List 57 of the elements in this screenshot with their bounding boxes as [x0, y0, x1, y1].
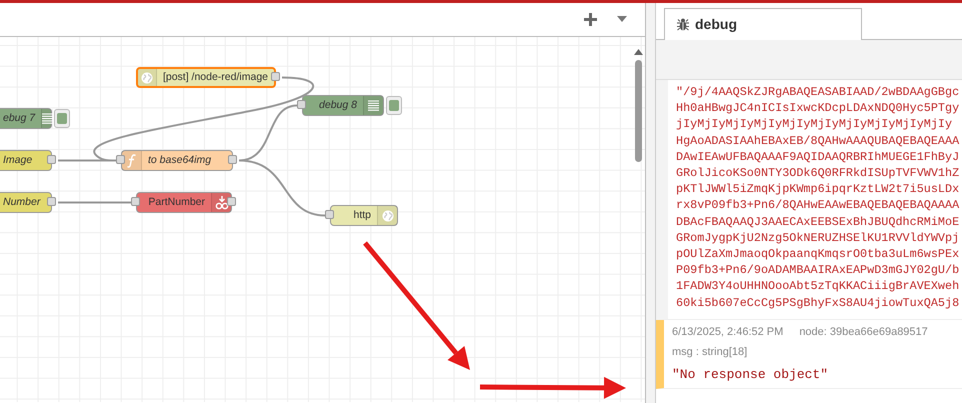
node-label: http	[352, 208, 372, 223]
node-port[interactable]	[325, 210, 334, 219]
list-icon	[368, 100, 379, 112]
node-label: to base64img	[147, 152, 212, 168]
flow-node[interactable]: debug 8	[302, 95, 384, 116]
node-label: ebug 7	[2, 110, 36, 126]
message-value-line: DBAcFBAQAAQJ3AAECAxEEBSExBhJBUQdhcRMiMoE	[676, 214, 960, 230]
message-value-line: 60ki5b607eCcCg5PSgBhyFxS8AU4jiowTuxQA5j8	[676, 294, 960, 311]
node-label: Number	[2, 194, 42, 210]
message-value-line: "No response object"	[672, 366, 830, 384]
bug-icon	[677, 18, 689, 31]
node-port[interactable]	[47, 197, 56, 206]
message-value-line: jIyMjIyMjIyMjIyMjIyMjIyMjIyMjIyMjIyMjIy	[676, 116, 954, 133]
splitter[interactable]	[645, 3, 656, 403]
node-port[interactable]	[227, 197, 236, 206]
debug-toggle-button[interactable]	[54, 109, 70, 128]
debug-tab[interactable]: debug	[664, 8, 862, 40]
list-icon	[42, 112, 54, 124]
flow-node[interactable]: ebug 7	[0, 108, 52, 129]
message-timestamp: 6/13/2025, 2:46:52 PM	[672, 324, 784, 340]
node-label: Image	[2, 152, 34, 168]
node-label: [post] /node-red/image	[162, 70, 269, 85]
message-value-line: Hh0aHBwgJC4nICIsIxwcKDcpLDAxNDQ0Hyc5PTgy	[676, 100, 960, 116]
plus-icon	[584, 12, 597, 26]
globe-icon	[140, 72, 153, 84]
globe-icon	[382, 210, 394, 222]
message-value-line: 1FADW3Y4oUHHNOooAbt5zTqKKACiiigBrAVEXweh	[676, 278, 960, 295]
message-value-line: HgAoADASIAAhEBAxEB/8QAHwAAAQUBAQEBAQEAAA	[676, 132, 960, 149]
message-value-line: DAwIEAwUFBAQAAAF9AQIDAAQRBRIhMUEGE1FhByJ	[676, 148, 960, 166]
message-value-line: pKTlJWWl5iZmqKjpKWmp6ipqrKztLW2t7i5usLDx	[676, 181, 960, 198]
message-value-line: P09fb3+Pn6/9oADAMBAAIRAxEAPwD3mGJY02gU/b	[676, 262, 960, 278]
node-port[interactable]	[116, 155, 125, 164]
message-value-line: GRolJicoKSo0NTY3ODk6Q0RFRkdISUpTVFVWV1hZ	[676, 165, 960, 182]
flow-node[interactable]: [post] /node-red/image	[136, 67, 276, 88]
message-node-link[interactable]: node: 39bea66e69a89517	[799, 324, 928, 340]
message-value-line: rx8vP09fb3+Pn6/8QAHwEAAwEBAQEBAQEBAQAAAA	[676, 197, 960, 214]
node-port[interactable]	[297, 100, 306, 109]
message-value-line: "/9j/4AAQSkZJRgABAQEASABIAAD/2wBDAAgGBgc	[676, 84, 960, 100]
message-value-line: GRomJygpKjU2Nzg5OkNERUZHSElKU1RVVldYWVpj	[676, 230, 960, 246]
node-label: debug 8	[318, 98, 358, 113]
flow-node[interactable]: Image	[0, 150, 52, 171]
debug-toggle-button[interactable]	[386, 96, 402, 115]
node-label: PartNumber	[147, 194, 206, 210]
flow-node[interactable]: Number	[0, 192, 52, 213]
wire[interactable]	[238, 160, 326, 216]
flow-node[interactable]: to base64img	[121, 150, 233, 171]
function-icon	[126, 154, 136, 168]
flow-node[interactable]: http	[330, 205, 398, 226]
download-icon	[214, 196, 228, 210]
node-port[interactable]	[228, 155, 237, 164]
flow-node[interactable]: PartNumber	[136, 192, 232, 213]
node-port[interactable]	[47, 155, 56, 164]
message-value-line: pOUlZaXmJmaoqOkpaanqKmqsrO0tba3uLm6wsPEx	[676, 246, 960, 262]
node-port[interactable]	[131, 197, 140, 206]
caret-icon	[617, 16, 627, 22]
node-port[interactable]	[271, 72, 280, 81]
message-type: msg : string[18]	[672, 345, 748, 360]
